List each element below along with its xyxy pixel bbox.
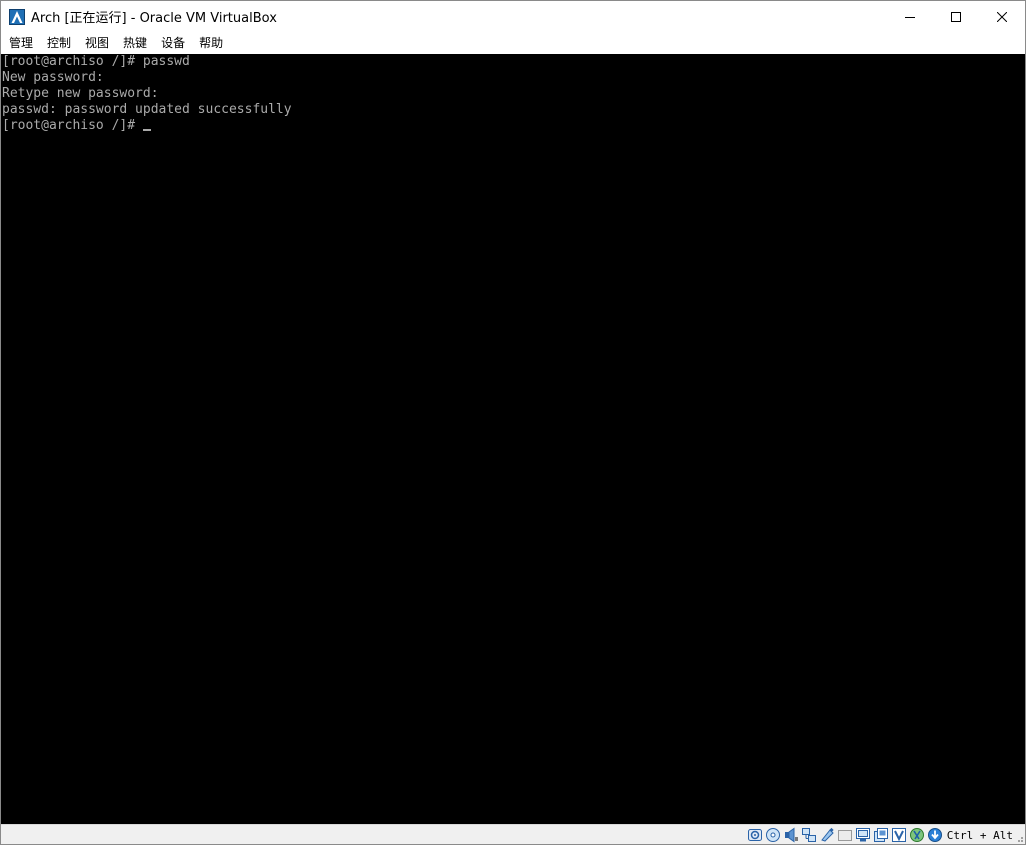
menu-item-manage[interactable]: 管理 bbox=[1, 32, 40, 54]
minimize-button[interactable] bbox=[887, 1, 933, 32]
shared-folders-icon[interactable] bbox=[837, 827, 853, 843]
display-icon[interactable] bbox=[855, 827, 871, 843]
close-button[interactable] bbox=[979, 1, 1025, 32]
minimize-icon bbox=[905, 16, 915, 18]
menu-bar: 管理 控制 视图 热键 设备 帮助 bbox=[1, 32, 1025, 54]
terminal-prompt: [root@archiso /]# bbox=[2, 118, 143, 133]
resize-grip-icon[interactable] bbox=[1014, 833, 1024, 843]
window-controls bbox=[887, 1, 1025, 32]
hard-disk-icon[interactable] bbox=[747, 827, 763, 843]
network-icon[interactable] bbox=[801, 827, 817, 843]
terminal-line: New password: bbox=[2, 70, 104, 85]
maximize-button[interactable] bbox=[933, 1, 979, 32]
menu-item-devices[interactable]: 设备 bbox=[154, 32, 192, 54]
terminal-cursor bbox=[142, 129, 151, 131]
terminal-prompt-line: [root@archiso /]# bbox=[1, 118, 1025, 134]
terminal-line: [root@archiso /]# passwd bbox=[2, 54, 190, 69]
mouse-integration-icon[interactable] bbox=[909, 827, 925, 843]
title-bar[interactable]: Arch [正在运行] - Oracle VM VirtualBox bbox=[1, 1, 1025, 32]
virtualization-icon[interactable] bbox=[891, 827, 907, 843]
window-title: Arch [正在运行] - Oracle VM VirtualBox bbox=[31, 11, 277, 26]
menu-item-help[interactable]: 帮助 bbox=[192, 32, 230, 54]
vm-display[interactable]: [root@archiso /]# passwd New password: R… bbox=[1, 54, 1025, 824]
status-indicators: Ctrl + Alt bbox=[745, 826, 1013, 844]
menu-item-control[interactable]: 控制 bbox=[40, 32, 78, 54]
host-key-label: Ctrl + Alt bbox=[946, 828, 1013, 842]
terminal-line: Retype new password: bbox=[2, 86, 159, 101]
terminal-line: passwd: password updated successfully bbox=[2, 102, 292, 117]
menu-item-view[interactable]: 视图 bbox=[78, 32, 116, 54]
close-icon bbox=[997, 11, 1007, 22]
menu-item-hotkey[interactable]: 热键 bbox=[116, 32, 154, 54]
audio-icon[interactable] bbox=[783, 827, 799, 843]
virtualbox-window: Arch [正在运行] - Oracle VM VirtualBox 管理 控制… bbox=[0, 0, 1026, 845]
status-bar: Ctrl + Alt bbox=[1, 824, 1025, 844]
optical-drive-icon[interactable] bbox=[765, 827, 781, 843]
video-capture-icon[interactable] bbox=[873, 827, 889, 843]
virtualbox-arch-icon bbox=[9, 8, 25, 25]
keyboard-capture-icon[interactable] bbox=[927, 827, 943, 843]
usb-icon[interactable] bbox=[819, 827, 835, 843]
maximize-icon bbox=[951, 11, 961, 22]
